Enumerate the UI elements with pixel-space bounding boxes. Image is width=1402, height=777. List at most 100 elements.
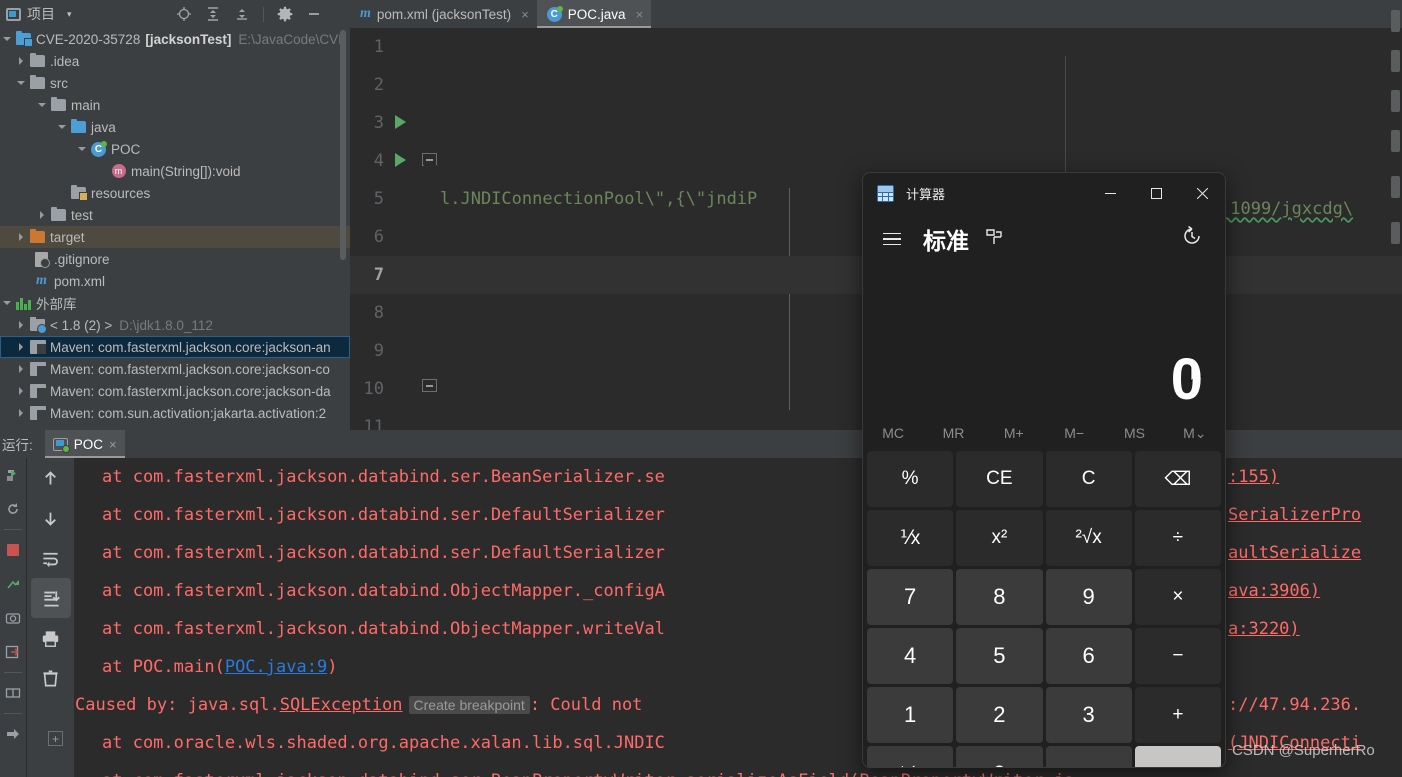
export-icon[interactable] (0, 635, 26, 669)
chevron-down-icon[interactable] (16, 78, 27, 89)
layout-icon[interactable] (0, 676, 26, 710)
clear-all-icon[interactable] (27, 658, 74, 698)
multiply-key[interactable]: × (1134, 569, 1221, 625)
expand-all-icon[interactable] (205, 6, 221, 22)
camera-icon[interactable] (0, 601, 26, 635)
chevron-right-icon[interactable] (37, 210, 48, 221)
tree-node-maven-jackson-core[interactable]: Maven: com.fasterxml.jackson.core:jackso… (0, 358, 350, 380)
restore-layout-icon[interactable] (0, 567, 26, 601)
keep-on-top-icon[interactable] (985, 228, 1003, 251)
stop-icon[interactable] (0, 533, 26, 567)
run-method-icon[interactable] (395, 115, 406, 129)
gutter[interactable] (390, 218, 440, 256)
gutter[interactable] (390, 66, 440, 104)
tree-node-test[interactable]: test (0, 204, 350, 226)
pin-tab-icon[interactable] (0, 717, 26, 751)
tab-pom-xml[interactable]: m pom.xml (jacksonTest) × (350, 0, 537, 28)
collapse-all-icon[interactable] (234, 6, 250, 22)
memory-clear-button[interactable]: MC (863, 425, 923, 441)
close-icon[interactable]: × (636, 7, 644, 22)
memory-subtract-button[interactable]: M− (1044, 425, 1104, 441)
equals-key[interactable]: = (1134, 746, 1221, 767)
tree-node-main-method[interactable]: m main(String[]):void (0, 160, 350, 182)
chevron-down-icon[interactable] (57, 122, 68, 133)
stacktrace-link[interactable]: POC.java:9 (225, 657, 327, 677)
chevron-right-icon[interactable] (16, 408, 27, 419)
gutter[interactable] (390, 256, 440, 294)
gutter[interactable] (390, 408, 440, 430)
chevron-down-icon[interactable] (77, 144, 88, 155)
clear-entry-key[interactable]: CE (956, 451, 1043, 507)
soft-wrap-icon[interactable] (27, 538, 74, 578)
square-key[interactable]: x² (956, 510, 1043, 566)
minimize-button[interactable] (1087, 173, 1133, 213)
reciprocal-key[interactable]: ⅟x (867, 510, 954, 566)
chevron-right-icon[interactable] (16, 342, 27, 353)
digit-3-key[interactable]: 3 (1045, 687, 1132, 743)
chevron-right-icon[interactable] (16, 386, 27, 397)
project-panel-scrollbar[interactable] (340, 30, 346, 260)
chevron-right-icon[interactable] (16, 320, 27, 331)
tree-node-java[interactable]: java (0, 116, 350, 138)
run-tab-poc[interactable]: POC × (44, 430, 125, 458)
chevron-down-icon[interactable] (37, 100, 48, 111)
locate-icon[interactable] (176, 6, 192, 22)
digit-8-key[interactable]: 8 (956, 569, 1043, 625)
add-key[interactable]: + (1134, 687, 1221, 743)
scroll-up-icon[interactable] (27, 458, 74, 498)
digit-2-key[interactable]: 2 (956, 687, 1043, 743)
close-icon[interactable]: × (521, 7, 529, 22)
digit-1-key[interactable]: 1 (867, 687, 954, 743)
chevron-down-icon[interactable] (2, 34, 13, 45)
chevron-down-icon[interactable] (2, 298, 13, 309)
digit-4-key[interactable]: 4 (867, 628, 954, 684)
square-root-key[interactable]: ²√x (1045, 510, 1132, 566)
settings-gear-icon[interactable] (277, 6, 293, 22)
chevron-right-icon[interactable] (16, 364, 27, 375)
tree-node-jdk[interactable]: < 1.8 (2) > D:\jdk1.8.0_112 (0, 314, 350, 336)
calculator-window[interactable]: 计算器 标准 0 MC MR M+ M− MS M⌄ % CE C ⌫ ⅟x x… (862, 172, 1226, 768)
tree-node-idea[interactable]: .idea (0, 50, 350, 72)
tree-node-target[interactable]: target (0, 226, 350, 248)
percent-key[interactable]: % (867, 451, 954, 507)
tree-node-maven-jackson-databind[interactable]: Maven: com.fasterxml.jackson.core:jackso… (0, 380, 350, 402)
gutter[interactable] (390, 28, 440, 66)
scroll-down-icon[interactable] (27, 498, 74, 538)
memory-recall-button[interactable]: MR (923, 425, 983, 441)
digit-7-key[interactable]: 7 (867, 569, 954, 625)
gutter[interactable] (390, 332, 440, 370)
backspace-key[interactable]: ⌫ (1134, 451, 1221, 507)
rerun-icon[interactable] (0, 458, 26, 492)
tree-node-pom-xml[interactable]: m pom.xml (0, 270, 350, 292)
decimal-key[interactable]: . (1045, 746, 1132, 767)
sign-toggle-key[interactable]: ⁺∕₋ (867, 746, 954, 767)
expand-stacktrace-icon[interactable]: + (48, 731, 63, 746)
memory-add-button[interactable]: M+ (984, 425, 1044, 441)
gutter[interactable] (390, 142, 440, 180)
divide-key[interactable]: ÷ (1134, 510, 1221, 566)
maximize-button[interactable] (1133, 173, 1179, 213)
digit-9-key[interactable]: 9 (1045, 569, 1132, 625)
digit-0-key[interactable]: 0 (956, 746, 1043, 767)
tree-node-project-root[interactable]: CVE-2020-35728 [jacksonTest] E:\JavaCode… (0, 28, 350, 50)
tab-poc-java[interactable]: C POC.java × (536, 0, 652, 28)
tree-node-external-libraries[interactable]: 外部库 (0, 292, 350, 314)
tree-node-maven-jackson-annotations[interactable]: Maven: com.fasterxml.jackson.core:jackso… (0, 336, 350, 358)
digit-5-key[interactable]: 5 (956, 628, 1043, 684)
tree-node-poc-class[interactable]: C POC (0, 138, 350, 160)
minimize-icon[interactable] (306, 6, 322, 22)
rerun-failed-icon[interactable] (0, 492, 26, 526)
hamburger-menu-icon[interactable] (883, 229, 901, 250)
chevron-down-icon[interactable]: ▾ (67, 9, 72, 20)
memory-list-button[interactable]: M⌄ (1165, 425, 1225, 442)
gutter[interactable] (390, 180, 440, 218)
scroll-to-end-icon[interactable] (31, 578, 71, 618)
tree-node-main[interactable]: main (0, 94, 350, 116)
tree-node-resources[interactable]: resources (0, 182, 350, 204)
memory-store-button[interactable]: MS (1104, 425, 1164, 441)
print-icon[interactable] (27, 618, 74, 658)
run-method-icon[interactable] (395, 153, 406, 167)
subtract-key[interactable]: − (1134, 628, 1221, 684)
digit-6-key[interactable]: 6 (1045, 628, 1132, 684)
gutter[interactable] (390, 370, 440, 408)
